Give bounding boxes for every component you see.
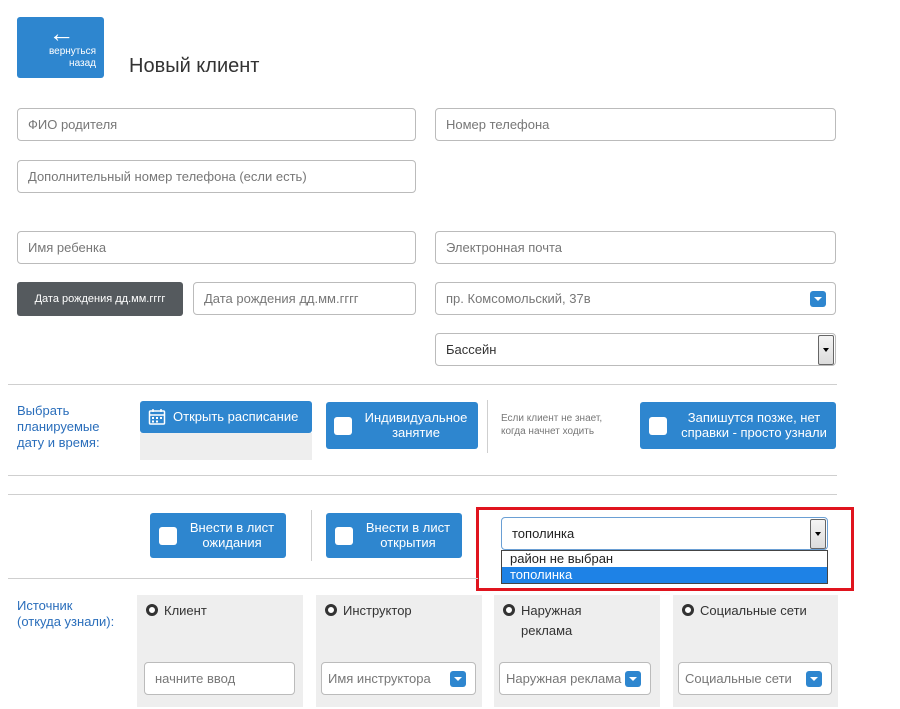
address-value: пр. Комсомольский, 37в xyxy=(446,291,591,306)
email-input[interactable] xyxy=(435,231,836,264)
birthdate-button[interactable]: Дата рождения дд.мм.гггг xyxy=(17,282,183,316)
opening-list-button[interactable]: Внести в лист открытия xyxy=(326,513,462,558)
divider xyxy=(8,494,837,495)
later-signup-button[interactable]: Запишутся позже, нет справки - просто уз… xyxy=(640,402,836,449)
source-label: Источник (откуда узнали): xyxy=(17,598,127,630)
source-option-label-line1: Наружная xyxy=(521,603,582,618)
divider xyxy=(8,475,837,476)
social-select[interactable]: Социальные сети xyxy=(678,662,832,695)
back-button[interactable]: ← вернуться назад xyxy=(17,17,104,78)
facility-value: Бассейн xyxy=(446,342,497,357)
opening-label-line1: Внести в лист xyxy=(365,520,451,535)
source-label-line1: Источник xyxy=(17,598,73,613)
source-panel-instructor: Инструктор Имя инструктора xyxy=(316,595,482,707)
later-label-line2: справки - просто узнали xyxy=(681,425,827,440)
divider xyxy=(487,400,488,453)
radio-icon xyxy=(146,604,158,616)
individual-lesson-button[interactable]: Индивидуальное занятие xyxy=(326,402,478,449)
schedule-note: Если клиент не знает, когда начнет ходит… xyxy=(501,412,631,438)
arrow-left-icon: ← xyxy=(48,18,75,48)
outdoor-ads-select-value: Наружная реклама xyxy=(506,671,622,686)
schedule-label: Выбрать планируемые дату и время: xyxy=(17,403,100,450)
instructor-select-value: Имя инструктора xyxy=(328,671,431,686)
waiting-list-button[interactable]: Внести в лист ожидания xyxy=(150,513,286,558)
child-name-input[interactable] xyxy=(17,231,416,264)
birthdate-input[interactable] xyxy=(193,282,416,315)
instructor-select[interactable]: Имя инструктора xyxy=(321,662,476,695)
radio-icon xyxy=(503,604,515,616)
radio-icon xyxy=(682,604,694,616)
checkbox-icon xyxy=(159,527,177,545)
source-option-outdoor-ads[interactable]: Наружная реклама xyxy=(503,601,582,641)
back-label-line2: назад xyxy=(69,58,96,69)
chevron-down-icon xyxy=(810,291,826,307)
source-option-instructor[interactable]: Инструктор xyxy=(325,601,412,621)
chevron-down-icon xyxy=(806,671,822,687)
chevron-down-icon xyxy=(810,519,826,549)
chevron-down-icon xyxy=(450,671,466,687)
checkbox-icon xyxy=(335,527,353,545)
divider xyxy=(8,384,837,385)
extra-phone-input[interactable] xyxy=(17,160,416,193)
social-select-value: Социальные сети xyxy=(685,671,792,686)
waiting-label-line2: ожидания xyxy=(202,535,262,550)
checkbox-icon xyxy=(649,417,667,435)
source-panel-social: Социальные сети Социальные сети xyxy=(673,595,838,707)
district-select[interactable]: тополинка xyxy=(501,517,828,550)
opening-label-line2: открытия xyxy=(380,535,436,550)
chevron-down-icon xyxy=(625,671,641,687)
district-value: тополинка xyxy=(512,526,575,541)
calendar-icon xyxy=(148,409,166,425)
source-option-label-line2: реклама xyxy=(521,623,573,638)
back-label-line1: вернуться xyxy=(48,46,96,57)
parent-name-input[interactable] xyxy=(17,108,416,141)
individual-label-line2: занятие xyxy=(392,425,440,440)
source-option-label: Социальные сети xyxy=(700,603,807,618)
source-panel-client: Клиент xyxy=(137,595,303,707)
address-select[interactable]: пр. Комсомольский, 37в xyxy=(435,282,836,315)
checkbox-icon xyxy=(334,417,352,435)
schedule-value-panel xyxy=(140,433,312,460)
source-option-label: Инструктор xyxy=(343,603,412,618)
source-option-client[interactable]: Клиент xyxy=(146,601,207,621)
later-label-line1: Запишутся позже, нет xyxy=(687,410,821,425)
note-line2: когда начнет ходить xyxy=(501,426,595,437)
note-line1: Если клиент не знает, xyxy=(501,413,603,424)
open-schedule-label: Открыть расписание xyxy=(173,409,299,424)
individual-label-line1: Индивидуальное xyxy=(364,410,468,425)
district-dropdown-list[interactable]: район не выбран тополинка xyxy=(501,550,828,584)
divider xyxy=(8,578,478,579)
open-schedule-button[interactable]: Открыть расписание xyxy=(140,401,312,433)
chevron-down-icon xyxy=(818,335,834,365)
dropdown-option-selected[interactable]: тополинка xyxy=(502,567,827,583)
dropdown-option[interactable]: район не выбран xyxy=(502,551,827,567)
source-option-social[interactable]: Социальные сети xyxy=(682,601,807,621)
page-title: Новый клиент xyxy=(129,55,260,77)
source-option-label: Клиент xyxy=(164,603,207,618)
source-label-line2: (откуда узнали): xyxy=(17,614,115,629)
outdoor-ads-select[interactable]: Наружная реклама xyxy=(499,662,651,695)
phone-input[interactable] xyxy=(435,108,836,141)
facility-select[interactable]: Бассейн xyxy=(435,333,836,366)
source-panel-outdoor-ads: Наружная реклама Наружная реклама xyxy=(494,595,660,707)
radio-icon xyxy=(325,604,337,616)
divider xyxy=(311,510,312,561)
client-search-input[interactable] xyxy=(144,662,295,695)
waiting-label-line1: Внести в лист xyxy=(189,520,275,535)
